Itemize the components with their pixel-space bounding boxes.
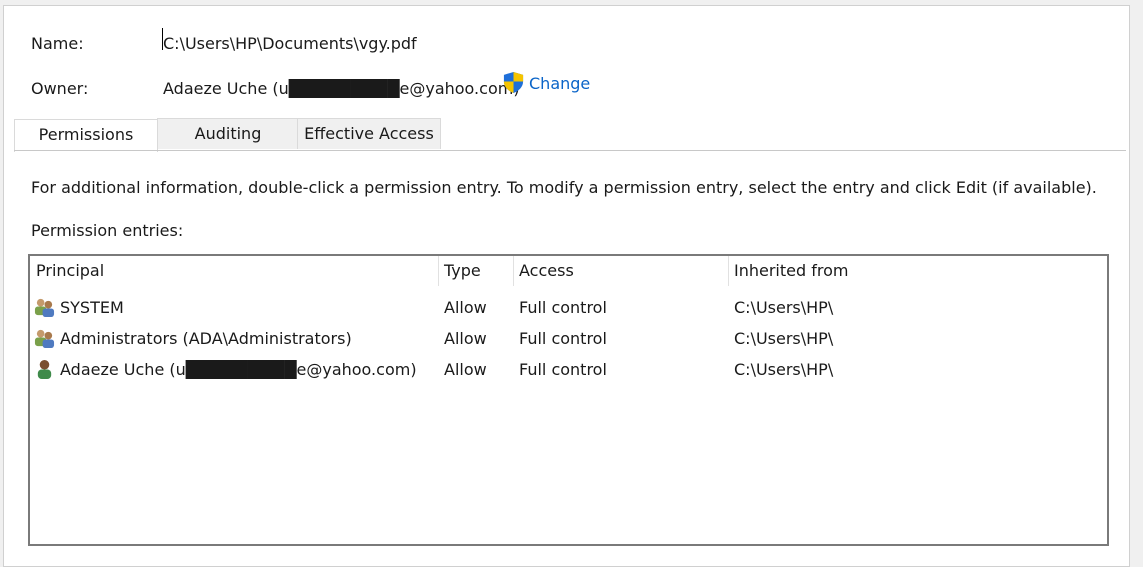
uac-shield-icon[interactable]	[502, 71, 525, 94]
access-cell: Full control	[519, 360, 607, 379]
user-icon	[37, 359, 52, 380]
group-icon	[34, 329, 55, 349]
column-header-principal[interactable]: Principal	[30, 256, 438, 286]
column-header-inherited-from[interactable]: Inherited from	[728, 256, 928, 286]
principal-cell: Adaeze Uche (u█████████e@yahoo.com)	[60, 360, 417, 379]
access-cell: Full control	[519, 298, 607, 317]
inherited-cell: C:\Users\HP\	[734, 360, 834, 379]
tab-auditing[interactable]: Auditing	[157, 118, 299, 149]
table-row[interactable]: Adaeze Uche (u█████████e@yahoo.com) Allo…	[30, 354, 1107, 385]
tab-effective-access[interactable]: Effective Access	[297, 118, 441, 149]
permission-entries-list[interactable]: Principal Type Access Inherited from SYS…	[28, 254, 1109, 546]
principal-cell: Administrators (ADA\Administrators)	[60, 329, 352, 348]
principal-cell: SYSTEM	[60, 298, 124, 317]
tab-divider	[14, 150, 1126, 151]
owner-value: Adaeze Uche (u█████████e@yahoo.com)	[163, 79, 520, 98]
change-owner-link[interactable]: Change	[529, 74, 590, 93]
group-icon	[34, 298, 55, 318]
table-row[interactable]: Administrators (ADA\Administrators) Allo…	[30, 323, 1107, 354]
column-header-type[interactable]: Type	[438, 256, 513, 286]
table-row[interactable]: SYSTEM Allow Full control C:\Users\HP\	[30, 292, 1107, 323]
tab-permissions[interactable]: Permissions	[14, 119, 158, 152]
inherited-cell: C:\Users\HP\	[734, 329, 834, 348]
inherited-cell: C:\Users\HP\	[734, 298, 834, 317]
column-header-access[interactable]: Access	[513, 256, 728, 286]
permission-entries-label: Permission entries:	[31, 221, 184, 240]
access-cell: Full control	[519, 329, 607, 348]
type-cell: Allow	[444, 298, 487, 317]
type-cell: Allow	[444, 329, 487, 348]
name-label: Name:	[31, 34, 84, 53]
type-cell: Allow	[444, 360, 487, 379]
name-value[interactable]: C:\Users\HP\Documents\vgy.pdf	[163, 34, 417, 53]
owner-label: Owner:	[31, 79, 89, 98]
info-text: For additional information, double-click…	[31, 178, 1097, 197]
